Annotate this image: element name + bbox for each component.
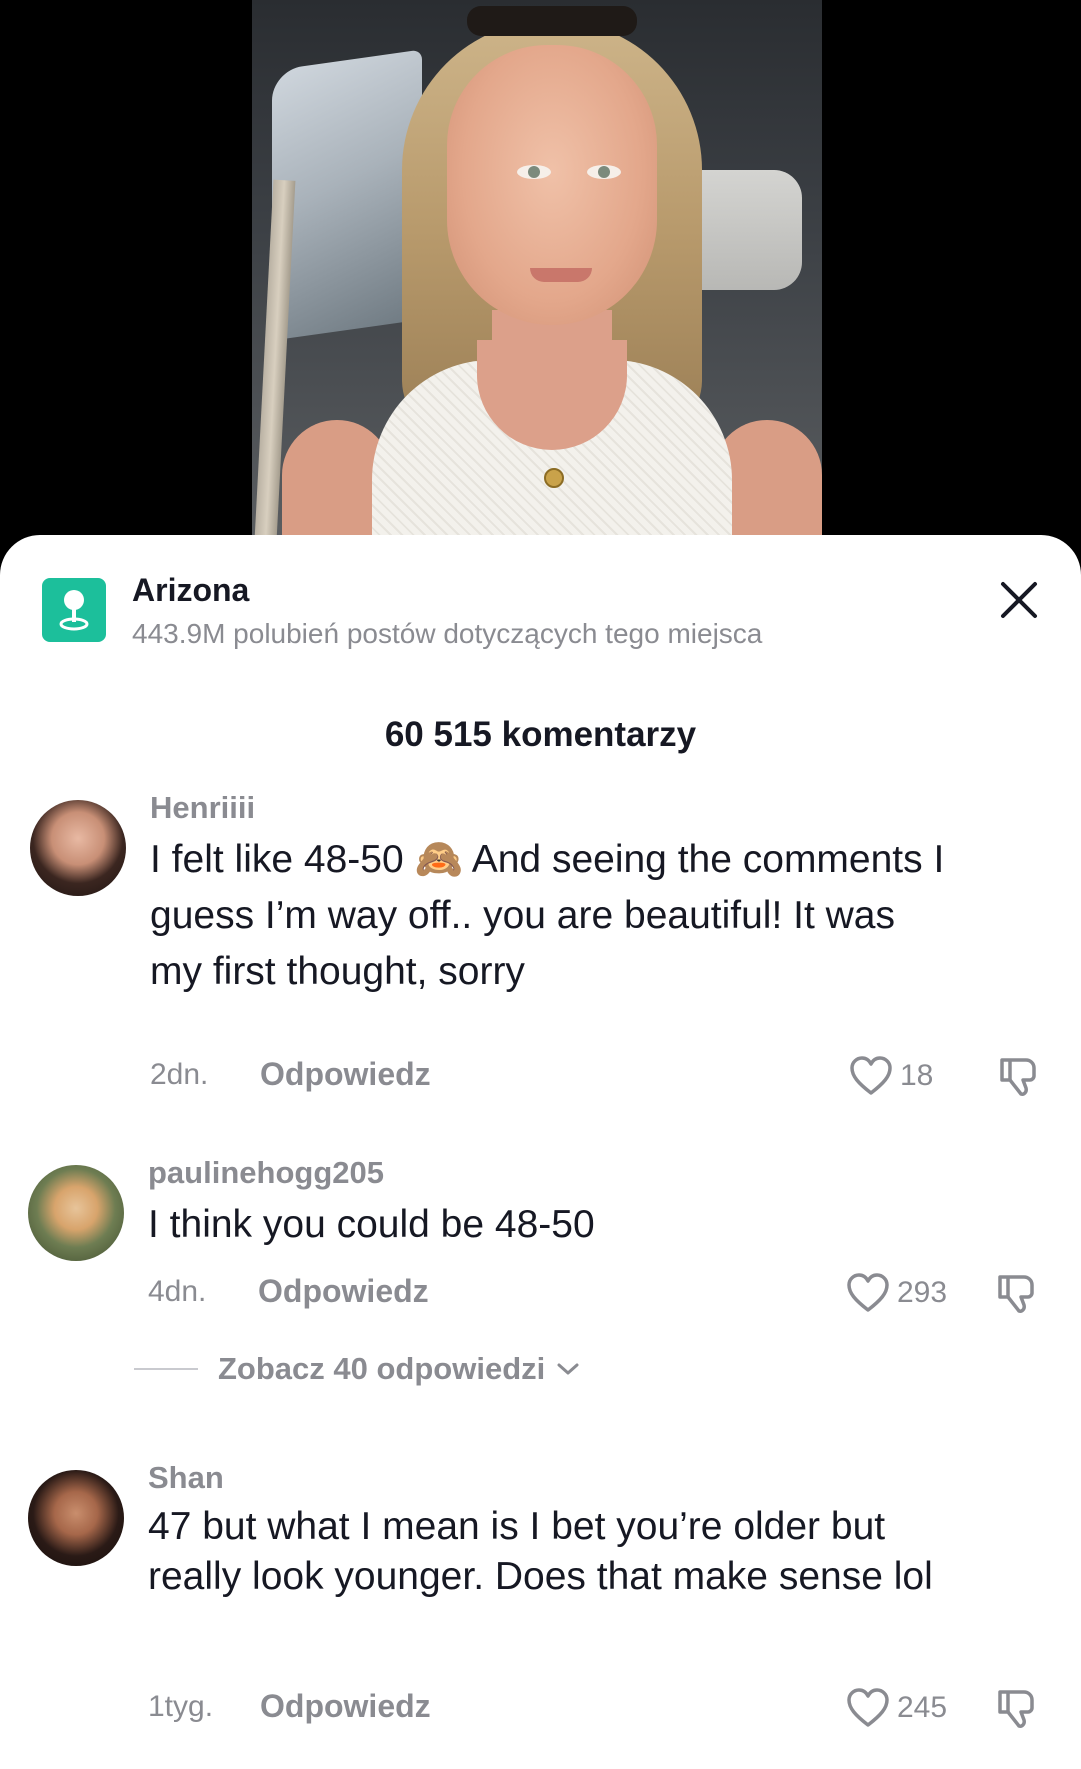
video-frame[interactable] <box>252 0 822 540</box>
video-player[interactable] <box>0 0 1081 560</box>
comments-count: 60 515 komentarzy <box>384 715 697 754</box>
chevron-down-icon <box>557 1363 579 1375</box>
comment-text: 47 but what I mean is I bet you’re older… <box>148 1505 933 1598</box>
comment-timestamp: 1tyg. <box>148 1690 214 1723</box>
comment-item: paulinehogg205 I think you could be 48-5… <box>0 1155 1081 1386</box>
comment-username[interactable]: Henriiii <box>150 790 255 826</box>
view-replies-button[interactable]: Zobacz 40 odpowiedzi <box>134 1349 581 1389</box>
like-count: 18 <box>900 1059 934 1092</box>
dislike-button[interactable] <box>992 1684 1040 1732</box>
location-title: Arizona <box>132 572 250 608</box>
heart-icon <box>847 1273 889 1312</box>
thumbs-down-icon <box>1000 1058 1036 1096</box>
dislike-button[interactable] <box>994 1052 1042 1100</box>
comments-sheet: Arizona 443.9M polubień postów dotyczący… <box>0 535 1081 1769</box>
person-mouth-image <box>530 268 592 282</box>
comment-text: I think you could be 48-50 <box>148 1203 595 1246</box>
comment-actions: 4dn. Odpowiedz 293 <box>0 1269 1081 1317</box>
heart-icon <box>850 1056 892 1095</box>
avatar[interactable] <box>30 800 126 896</box>
reply-button[interactable]: Odpowiedz <box>260 1056 431 1093</box>
dislike-button[interactable] <box>992 1269 1040 1317</box>
person-face-image <box>447 45 657 325</box>
comment-item: Shan 47 but what I mean is I bet you’re … <box>0 1460 1081 1728</box>
comment-actions: 2dn. Odpowiedz 18 <box>0 1052 1081 1100</box>
comment-username[interactable]: Shan <box>148 1460 224 1496</box>
thumbs-down-icon <box>998 1690 1034 1728</box>
comment-username[interactable]: paulinehogg205 <box>148 1155 384 1191</box>
thumbs-down-icon <box>998 1275 1034 1313</box>
avatar[interactable] <box>28 1470 124 1566</box>
location-subtitle: 443.9M polubień postów dotyczących tego … <box>132 618 763 649</box>
comment-actions: 1tyg. Odpowiedz 245 <box>0 1684 1081 1732</box>
like-count: 245 <box>897 1691 948 1724</box>
close-button[interactable] <box>995 576 1043 624</box>
sunglasses-image <box>467 6 637 36</box>
like-count: 293 <box>897 1276 948 1309</box>
reply-button[interactable]: Odpowiedz <box>258 1273 429 1310</box>
reply-button[interactable]: Odpowiedz <box>260 1688 431 1725</box>
comment-timestamp: 4dn. <box>148 1275 207 1308</box>
comment-item: Henriiii I felt like 48-50 🙈 And seeing … <box>0 790 1081 1096</box>
like-button[interactable]: 245 <box>845 1684 947 1732</box>
comment-timestamp: 2dn. <box>150 1058 209 1091</box>
close-icon <box>1001 582 1037 618</box>
heart-icon <box>847 1688 889 1727</box>
shirt-button-image <box>544 468 564 488</box>
comment-text: I felt like 48-50 🙈 And seeing the comme… <box>150 838 945 993</box>
like-button[interactable]: 18 <box>848 1052 933 1100</box>
like-button[interactable]: 293 <box>845 1269 947 1317</box>
person-eye-image <box>517 165 551 179</box>
person-eye-image <box>587 165 621 179</box>
location-pin-icon <box>42 578 106 642</box>
divider-line <box>134 1368 198 1370</box>
avatar[interactable] <box>28 1165 124 1261</box>
location-bar[interactable]: Arizona 443.9M polubień postów dotyczący… <box>42 570 1051 650</box>
view-replies-label: Zobacz 40 odpowiedzi <box>218 1351 546 1386</box>
